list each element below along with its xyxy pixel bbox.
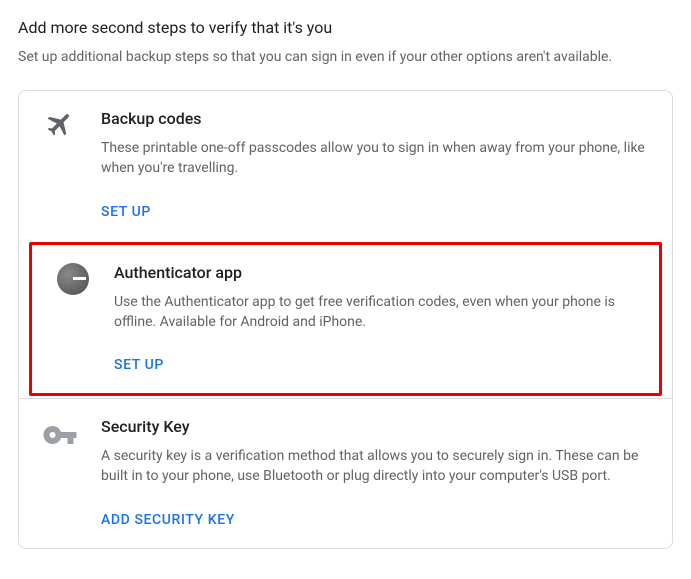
option-title: Backup codes	[101, 109, 650, 128]
page-title: Add more second steps to verify that it'…	[18, 18, 673, 37]
options-card: Backup codes These printable one-off pas…	[18, 90, 673, 549]
option-security-key: Security Key A security key is a verific…	[19, 398, 672, 548]
authenticator-icon	[54, 263, 92, 374]
option-title: Authenticator app	[114, 263, 637, 282]
option-title: Security Key	[101, 417, 650, 436]
option-content: Backup codes These printable one-off pas…	[101, 109, 650, 220]
option-content: Security Key A security key is a verific…	[101, 417, 650, 528]
plane-icon	[41, 109, 79, 220]
option-backup-codes: Backup codes These printable one-off pas…	[19, 91, 672, 240]
option-description: These printable one-off passcodes allow …	[101, 138, 650, 179]
option-authenticator-app: Authenticator app Use the Authenticator …	[29, 242, 662, 397]
option-description: Use the Authenticator app to get free ve…	[114, 292, 637, 333]
setup-button-backup-codes[interactable]: SET UP	[101, 204, 151, 220]
option-description: A security key is a verification method …	[101, 446, 650, 487]
setup-button-authenticator[interactable]: SET UP	[114, 357, 164, 373]
page-subtitle: Set up additional backup steps so that y…	[18, 47, 673, 68]
add-security-key-button[interactable]: ADD SECURITY KEY	[101, 512, 235, 528]
option-content: Authenticator app Use the Authenticator …	[114, 263, 637, 374]
key-icon	[41, 417, 79, 528]
